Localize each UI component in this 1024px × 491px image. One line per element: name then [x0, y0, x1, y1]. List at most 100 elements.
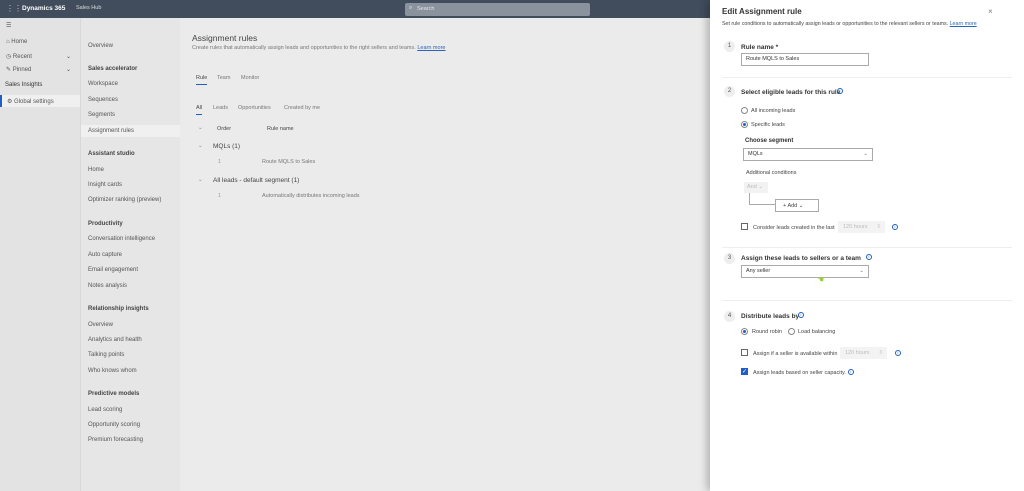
chevron-down-icon: ⌄ — [66, 54, 72, 60]
chevron-down-icon[interactable]: ⌄ — [198, 177, 203, 183]
nav-section-header: Predictive models — [88, 391, 140, 397]
step-number: 4 — [724, 311, 735, 322]
info-icon[interactable]: i — [837, 88, 843, 94]
subnav-item[interactable]: Overview — [81, 319, 181, 331]
left-nav: ☰ ⌂ Home ◷ Recent ⌄ ✎ Pinned ⌄ Sales Insig… — [0, 18, 80, 491]
choose-segment-label: Choose segment — [745, 138, 794, 144]
consider-leads-label: Consider leads created in the last — [753, 225, 835, 231]
info-icon[interactable]: i — [798, 312, 804, 318]
row-rule-name[interactable]: Route MQLS to Sales — [262, 159, 315, 165]
subnav-item[interactable]: Who knows whom — [81, 365, 181, 377]
plus-icon: + — [783, 203, 787, 209]
seller-available-checkbox[interactable] — [741, 349, 748, 356]
subnav-item[interactable]: Optimizer ranking (preview) — [81, 194, 181, 206]
subnav-item[interactable]: Analytics and health — [81, 334, 181, 346]
radio-round-robin[interactable] — [741, 328, 748, 335]
subnav-item[interactable]: Insight cards — [81, 179, 181, 191]
nav-section-header: Productivity — [88, 221, 123, 227]
add-condition-button[interactable]: + Add ⌄ — [775, 199, 819, 212]
subnav-item[interactable]: Premium forecasting — [81, 434, 181, 446]
load-balancing-label: Load balancing — [798, 329, 836, 335]
rule-name-label: Rule name * — [741, 44, 779, 51]
hamburger-icon[interactable]: ☰ — [6, 22, 11, 29]
chevron-down-icon[interactable]: ⌄ — [198, 125, 203, 131]
nav-section-header: Sales accelerator — [88, 66, 138, 72]
settings-nav: Overview Sales accelerator Workspace Sequen… — [80, 18, 181, 491]
nav-pinned[interactable]: ✎ Pinned ⌄ — [6, 66, 71, 73]
chevron-down-icon: ⌄ — [863, 151, 868, 157]
subnav-item[interactable]: Workspace — [81, 78, 181, 90]
subnav-item[interactable]: Home — [81, 164, 181, 176]
assign-leads-label: Assign these leads to sellers or a team — [741, 255, 861, 262]
info-icon[interactable]: i — [848, 369, 854, 375]
filter-leads[interactable]: Leads — [213, 105, 228, 111]
radio-specific-leads[interactable] — [741, 121, 748, 128]
learn-more-link[interactable]: Learn more — [417, 45, 445, 51]
subnav-item[interactable]: Segments — [81, 109, 181, 121]
panel-title: Edit Assignment rule — [722, 7, 802, 16]
consider-hours-input[interactable]: 120 hours ⇕ — [838, 221, 885, 233]
search-input[interactable]: ⌕ Search — [405, 3, 590, 16]
cursor-hand-icon: ☚ — [817, 275, 825, 284]
app-name[interactable]: Dynamics 365 — [22, 5, 65, 12]
app-launcher-icon[interactable]: ⋮⋮ — [6, 4, 22, 13]
nav-global-settings[interactable]: ⚙ Global settings — [0, 95, 80, 107]
tab-monitor[interactable]: Monitor — [241, 75, 259, 81]
available-hours-input[interactable]: 120 hours ⇕ — [840, 347, 887, 359]
chevron-down-icon[interactable]: ⌄ — [198, 143, 203, 149]
subnav-item[interactable]: Assignment rules — [81, 125, 181, 137]
subnav-item[interactable]: Lead scoring — [81, 404, 181, 416]
connector-line — [749, 193, 775, 205]
all-incoming-label: All incoming leads — [751, 108, 796, 114]
step-number: 1 — [724, 41, 735, 52]
subnav-item[interactable]: Notes analysis — [81, 280, 181, 292]
additional-conditions-label: Additional conditions — [746, 170, 797, 176]
column-order[interactable]: Order — [217, 126, 231, 132]
row-rule-name[interactable]: Automatically distributes incoming leads — [262, 193, 360, 199]
subnav-item[interactable]: Email engagement — [81, 264, 181, 276]
search-placeholder: Search — [417, 6, 435, 12]
segment-dropdown[interactable]: MQLs ⌄ — [743, 148, 873, 161]
assignee-dropdown[interactable]: Any seller ⌄ — [741, 265, 869, 278]
radio-all-incoming[interactable] — [741, 107, 748, 114]
group-header[interactable]: All leads - default segment (1) — [213, 177, 299, 184]
chevron-down-icon: ⌄ — [859, 268, 864, 274]
tab-team[interactable]: Team — [217, 75, 230, 81]
nav-section-header: Assistant studio — [88, 151, 135, 157]
row-order: 1 — [218, 159, 222, 165]
filter-all[interactable]: All — [196, 105, 203, 115]
column-rule-name[interactable]: Rule name — [267, 126, 294, 132]
subnav-item[interactable]: Sequences — [81, 94, 181, 106]
search-icon: ⌕ — [409, 5, 413, 11]
radio-load-balancing[interactable] — [788, 328, 795, 335]
consider-leads-checkbox[interactable] — [741, 223, 748, 230]
panel-subtitle: Set rule conditions to automatically ass… — [722, 21, 977, 27]
filter-opportunities[interactable]: Opportunities — [238, 105, 271, 111]
divider — [722, 77, 1012, 78]
learn-more-link[interactable]: Learn more — [950, 21, 977, 27]
divider — [722, 300, 1012, 301]
round-robin-label: Round robin — [752, 329, 782, 335]
nav-home[interactable]: ⌂ Home — [6, 39, 27, 45]
subnav-item[interactable]: Conversation intelligence — [81, 233, 181, 245]
group-header[interactable]: MQLs (1) — [213, 143, 240, 150]
page-title: Assignment rules — [192, 33, 258, 43]
specific-leads-label: Specific leads — [751, 122, 785, 128]
subnav-item[interactable]: Opportunity scoring — [81, 419, 181, 431]
step-number: 2 — [724, 86, 735, 97]
close-icon[interactable]: × — [988, 7, 993, 16]
area-name: Sales Hub — [76, 5, 102, 11]
info-icon[interactable]: i — [895, 350, 901, 356]
rule-name-input[interactable]: Route MQLS to Sales — [741, 53, 869, 66]
tab-rule[interactable]: Rule — [196, 75, 208, 85]
info-icon[interactable]: i — [892, 224, 898, 230]
seller-capacity-checkbox[interactable]: ✓ — [741, 368, 748, 375]
subnav-item[interactable]: Talking points — [81, 349, 181, 361]
chevron-down-icon: ⌄ — [66, 67, 72, 73]
subnav-item[interactable]: Auto capture — [81, 249, 181, 261]
nav-recent[interactable]: ◷ Recent ⌄ — [6, 53, 71, 60]
info-icon[interactable]: i — [866, 254, 872, 260]
filter-created-by-me[interactable]: Created by me — [284, 105, 320, 111]
seller-available-label: Assign if a seller is available within — [753, 351, 838, 357]
subnav-item[interactable]: Overview — [81, 40, 181, 52]
